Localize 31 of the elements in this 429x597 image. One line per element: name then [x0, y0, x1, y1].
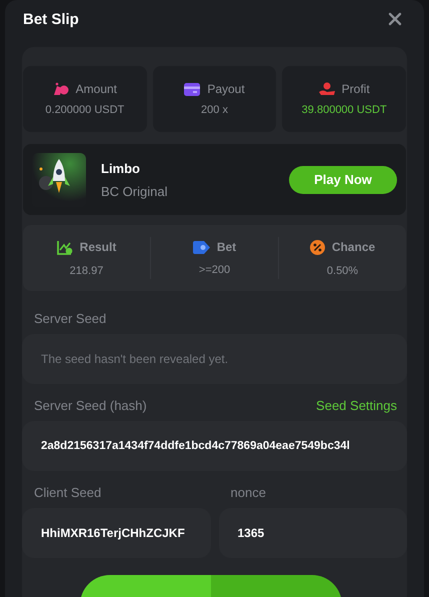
- detail-label: Result: [80, 240, 116, 254]
- coins-icon: [52, 82, 69, 96]
- user-hand-icon: [318, 82, 335, 96]
- nonce-field[interactable]: 1365: [218, 508, 407, 558]
- detail-value: >=200: [198, 264, 230, 276]
- stat-value: 200 x: [201, 104, 228, 116]
- detail-value: 0.50%: [326, 264, 358, 276]
- stat-value: 39.800000 USDT: [302, 104, 387, 116]
- field-label: nonce: [230, 485, 267, 500]
- percent-icon: [310, 240, 325, 254]
- stat-label: Payout: [207, 82, 245, 96]
- tag-icon: [192, 240, 210, 254]
- field-label: Client Seed: [33, 485, 102, 500]
- dialog-title: Bet Slip: [23, 10, 79, 28]
- close-icon[interactable]: [388, 12, 402, 26]
- chart-check-icon: [56, 240, 73, 254]
- stat-label: Amount: [76, 82, 118, 96]
- server-seed-hash-field[interactable]: 2a8d2156317a1434f74ddfe1bcd4c77869a04eae7549bc34l: [22, 421, 407, 471]
- stat-label: Profit: [342, 82, 370, 96]
- client-seed-field[interactable]: HhiMXR16TerjCHhZCJKF: [22, 508, 210, 558]
- server-seed-field[interactable]: The seed hasn't been revealed yet.: [22, 334, 407, 384]
- seed-settings-link[interactable]: Seed Settings: [316, 398, 397, 413]
- field-label: Server Seed: [33, 311, 108, 326]
- card-icon: [184, 82, 200, 96]
- detail-label: Bet: [216, 240, 236, 254]
- game-name: Limbo: [101, 160, 141, 176]
- detail-label: Chance: [332, 240, 376, 254]
- stat-value: 0.200000 USDT: [45, 104, 124, 116]
- field-label: Server Seed (hash): [33, 398, 147, 413]
- detail-value: 218.97: [70, 264, 104, 276]
- game-provider: BC Original: [101, 184, 168, 198]
